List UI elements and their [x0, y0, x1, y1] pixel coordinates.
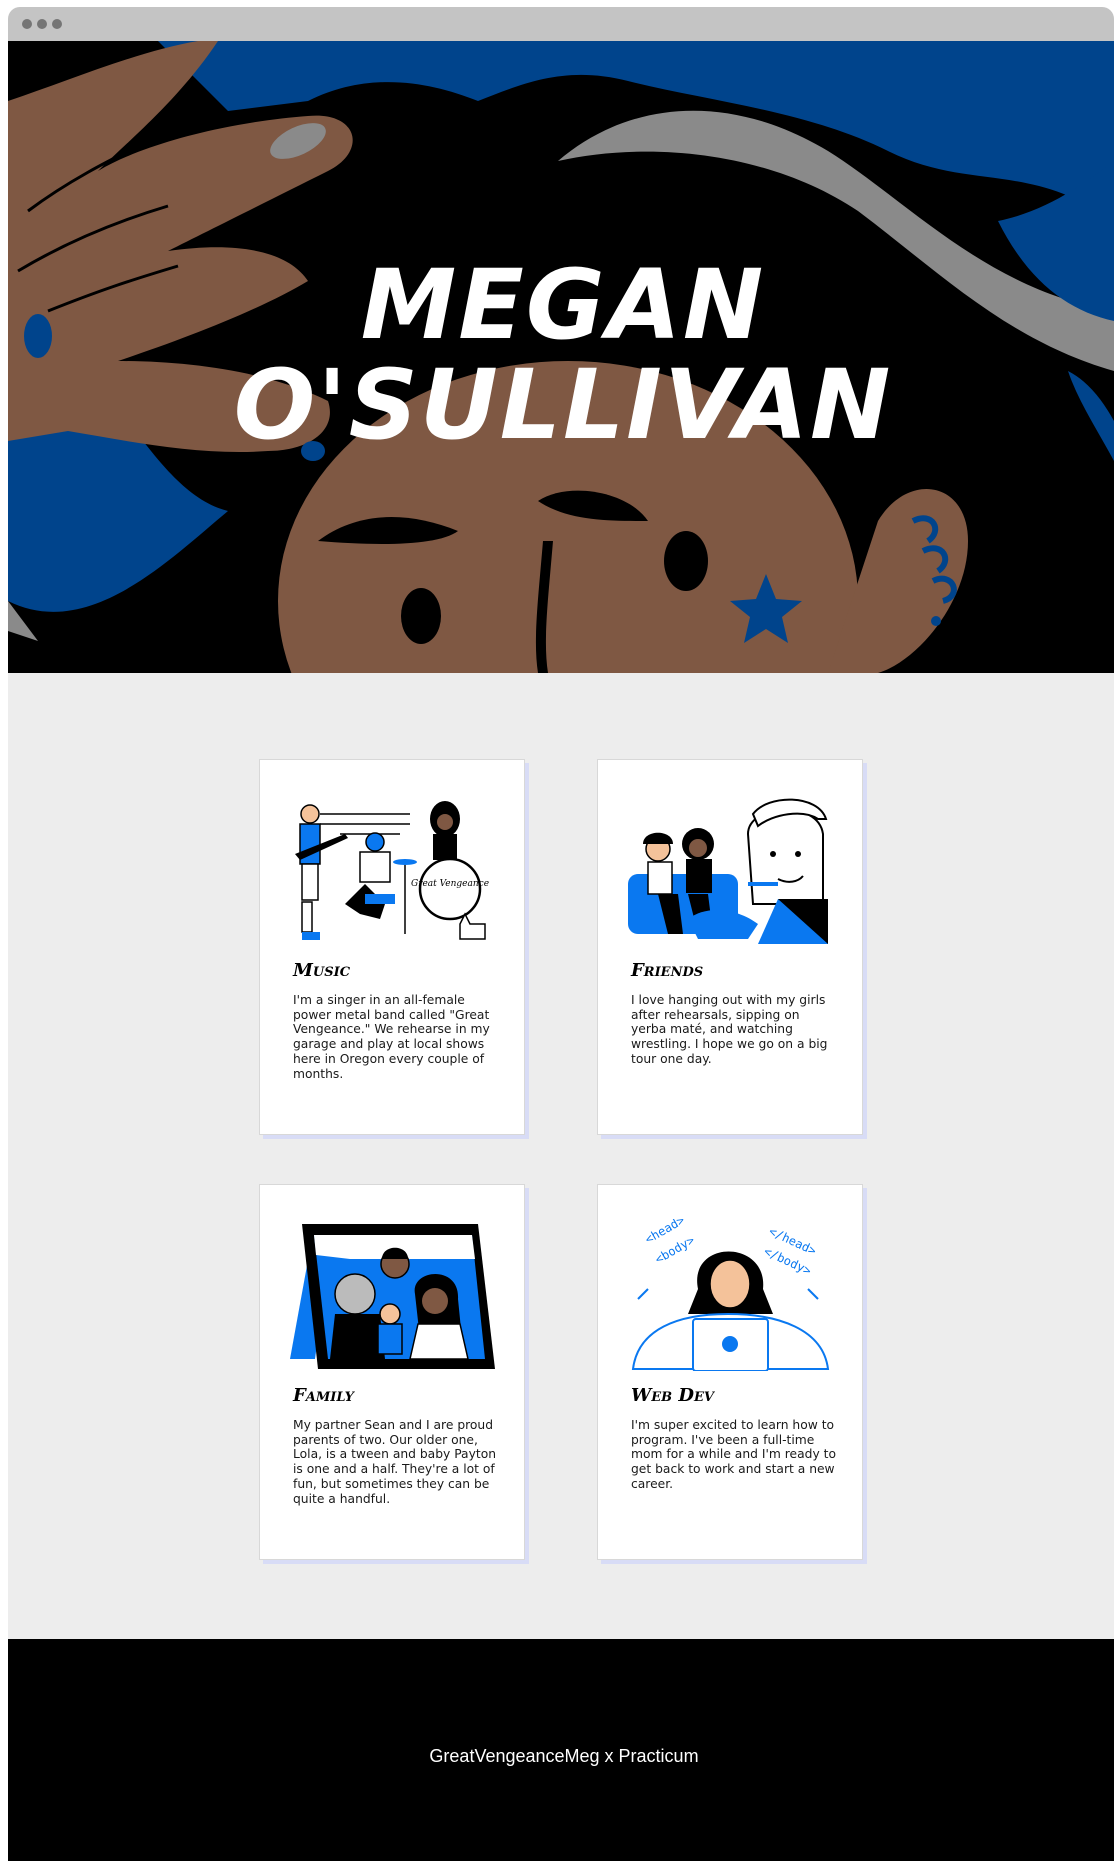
web-dev-illustration: <head> <body> </head> </body>: [631, 1219, 830, 1371]
hero-title: Megan O'Sullivan: [86, 248, 1040, 461]
drum-label: Great Vengeance: [411, 879, 489, 889]
window-close-dot[interactable]: [22, 19, 32, 29]
card-title: Family: [293, 1385, 354, 1406]
hero-title-first-name: Megan: [360, 248, 766, 361]
footer: GreatVengeanceMeg x Practicum: [8, 1639, 1114, 1861]
family-illustration: [290, 1224, 495, 1369]
card-title: Friends: [631, 960, 704, 981]
card-music: Great Vengeance Music I'm a singer in an…: [259, 759, 525, 1135]
card-text: My partner Sean and I are proud parents …: [293, 1418, 497, 1506]
card-text: I'm a singer in an all-female power meta…: [293, 993, 490, 1081]
window-maximize-dot[interactable]: [52, 19, 62, 29]
footer-credit: GreatVengeanceMeg x Practicum: [429, 1746, 699, 1766]
card-family: Family My partner Sean and I are proud p…: [259, 1184, 525, 1560]
card-title: Web Dev: [631, 1385, 714, 1406]
browser-window: Megan O'Sullivan Great: [8, 7, 1114, 1861]
hero-title-last-name: O'Sullivan: [233, 348, 893, 461]
card-title: Music: [293, 960, 351, 981]
friends-illustration: [628, 798, 828, 944]
card-web-dev: <head> <body> </head> </body> Web Dev I'…: [597, 1184, 863, 1560]
band-illustration: Great Vengeance: [295, 801, 489, 940]
card-text: I'm super excited to learn how to progra…: [631, 1418, 836, 1491]
window-titlebar: [8, 7, 1114, 41]
window-minimize-dot[interactable]: [37, 19, 47, 29]
card-friends: Friends I love hanging out with my girls…: [597, 759, 863, 1135]
card-text: I love hanging out with my girls after r…: [631, 993, 828, 1066]
hero-section: Megan O'Sullivan: [8, 41, 1114, 673]
about-cards-section: Great Vengeance Music I'm a singer in an…: [8, 673, 1114, 1639]
